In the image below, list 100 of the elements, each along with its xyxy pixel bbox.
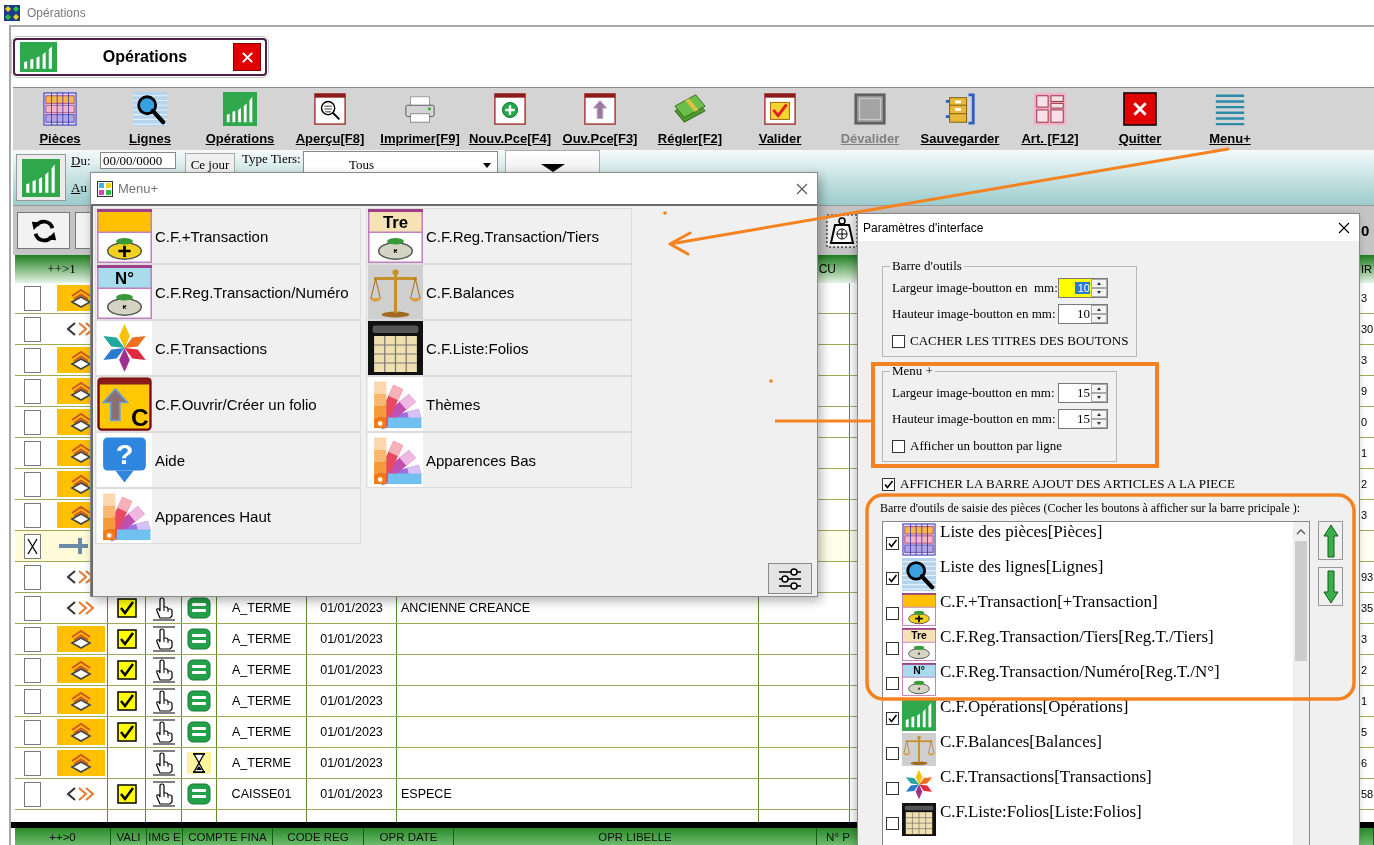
row-checkbox[interactable] [24,502,41,528]
column-header[interactable]: COMPTE FINA [188,830,267,843]
row-checkbox[interactable] [24,533,41,559]
row-checkbox[interactable] [24,316,41,342]
column-header[interactable]: IR [1361,263,1372,275]
valid-checkbox[interactable] [116,660,137,680]
menu-item[interactable]: N° C.F.Reg.Transaction/Numéro [95,264,361,320]
row-checkbox[interactable] [24,595,41,621]
spinner-icon[interactable] [1091,279,1107,297]
checkbox[interactable] [886,817,899,830]
column-header[interactable]: ++>0 [49,830,76,843]
weight-icon[interactable] [826,213,858,248]
list-item[interactable]: C.F.+Transaction[+Transaction] [940,592,1158,612]
column-header[interactable]: N° P [826,830,850,843]
spinner-icon[interactable] [1091,384,1107,402]
checkbox[interactable] [892,334,905,348]
checkbox[interactable] [886,782,899,795]
toolbar-button[interactable]: Valider [735,88,825,150]
row-checkbox[interactable] [24,626,41,652]
column-header[interactable]: CODE REG [287,830,349,843]
row-checkbox[interactable] [24,657,41,683]
checkbox[interactable] [886,537,899,550]
move-down-button[interactable] [1318,567,1343,606]
toolbar-button[interactable]: Lignes [105,88,195,150]
valid-checkbox[interactable] [116,722,137,742]
hand-pointer-icon[interactable] [150,657,177,683]
row-checkbox[interactable] [24,285,41,311]
list-item[interactable]: Liste des lignes[Lignes] [940,557,1104,577]
checkbox[interactable] [882,477,895,491]
scroll-up-icon[interactable] [1296,529,1306,535]
move-up-button[interactable] [1318,521,1343,560]
row-checkbox[interactable] [24,471,41,497]
checkbox[interactable] [886,747,899,760]
toolbar-button[interactable]: Art. [F12] [1005,88,1095,150]
menu-item[interactable]: ? Aide [95,432,361,488]
row-checkbox[interactable] [24,440,41,466]
settings-button[interactable] [768,563,812,594]
menu-item[interactable]: C.F.Balances [366,264,632,320]
column-header[interactable]: OPR LIBELLE [598,830,672,843]
hand-pointer-icon[interactable] [150,719,177,745]
spinner-icon[interactable] [1091,305,1107,323]
column-header[interactable]: CU [818,262,836,276]
toolbar-button[interactable]: Sauvegarder [915,88,1005,150]
valid-checkbox[interactable] [116,784,137,804]
column-header[interactable]: IMG E [148,830,181,843]
row-checkbox[interactable] [24,347,41,373]
toolbar-button[interactable]: Imprimer[F9] [375,88,465,150]
menu-item[interactable]: C.F.Transactions [95,320,361,376]
number-field[interactable]: 15 [1058,409,1108,429]
list-item[interactable]: C.F.Reg.Transaction/Tiers[Reg.T./Tiers] [940,627,1214,647]
list-item[interactable]: C.F.Opérations[Opérations] [940,697,1129,717]
row-checkbox[interactable] [24,564,41,590]
valid-checkbox[interactable] [116,691,137,711]
scrollbar[interactable] [1293,522,1309,845]
menu-item[interactable]: Apparences Bas [366,432,632,488]
row-checkbox[interactable] [24,378,41,404]
hand-pointer-icon[interactable] [150,750,177,776]
row-checkbox[interactable] [24,781,41,807]
column-header[interactable]: VALI [116,830,141,843]
close-button[interactable] [233,43,261,71]
menu-item[interactable]: Thèmes [366,376,632,432]
menu-item[interactable]: Tre C.F.Reg.Transaction/Tiers [366,208,632,264]
checkbox[interactable] [886,712,899,725]
checkbox[interactable] [886,677,899,690]
toolbar-button[interactable]: Pièces [15,88,105,150]
hand-pointer-icon[interactable] [150,626,177,652]
document-tab[interactable]: Opérations [13,38,267,76]
toolbar-button[interactable]: Nouv.Pce[F4] [465,88,555,150]
checkbox[interactable] [886,642,899,655]
menu-item[interactable]: Apparences Haut [95,488,361,544]
number-field[interactable]: 15 [1058,383,1108,403]
row-checkbox[interactable] [24,409,41,435]
valid-checkbox[interactable] [116,629,137,649]
number-field[interactable]: 10 [1058,304,1108,324]
row-checkbox[interactable] [24,719,41,745]
spinner-icon[interactable] [1091,410,1107,428]
toolbar-button[interactable]: Ouv.Pce[F3] [555,88,645,150]
checkbox[interactable] [892,439,905,453]
menu-item[interactable]: C.F.+Transaction [95,208,361,264]
menu-item[interactable]: C.F.Liste:Folios [366,320,632,376]
checkbox[interactable] [886,572,899,585]
row-checkbox[interactable] [24,688,41,714]
chart-button[interactable] [16,154,66,201]
column-header[interactable]: OPR DATE [379,830,438,843]
valid-checkbox[interactable] [116,598,137,618]
column-header[interactable]: ++>1 [47,261,76,277]
hand-pointer-icon[interactable] [150,688,177,714]
toolbar-button[interactable]: Opérations [195,88,285,150]
toolbar-button[interactable]: Régler[F2] [645,88,735,150]
hand-pointer-icon[interactable] [150,781,177,807]
list-item[interactable]: C.F.Reg.Transaction/Numéro[Reg.T./N°] [940,662,1220,682]
toolbar-button[interactable]: Menu+ [1185,88,1275,150]
checkbox[interactable] [886,607,899,620]
number-field[interactable]: 10 [1058,278,1108,298]
row-checkbox[interactable] [24,750,41,776]
toolbar-button[interactable]: Aperçu[F8] [285,88,375,150]
date-field[interactable]: 00/00/0000 [100,152,176,169]
scrollbar-thumb[interactable] [1295,541,1307,661]
refresh-button[interactable] [17,212,70,249]
toolbar-button[interactable]: Quitter [1095,88,1185,150]
